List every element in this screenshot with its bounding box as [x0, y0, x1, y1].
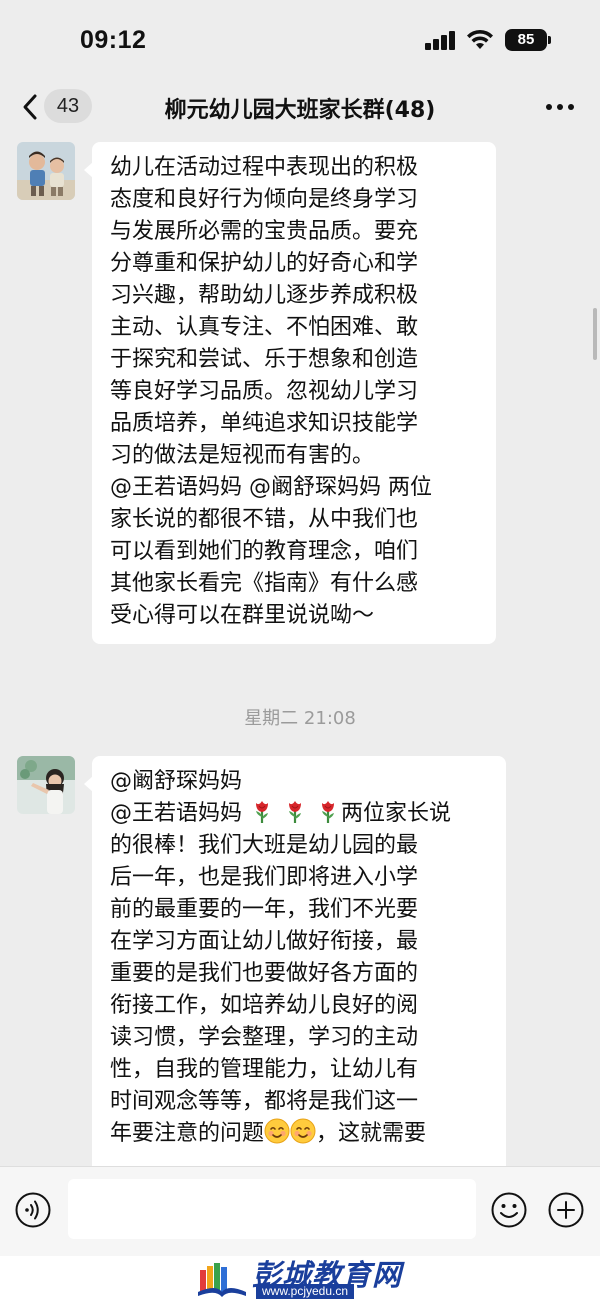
emoji-picker-icon[interactable] — [490, 1191, 528, 1229]
message-text: 的很棒！我们大班是幼儿园的最 后一年，也是我们即将进入小学 前的最重要的一年，我… — [110, 833, 419, 1114]
message-text-line: 年要注意的问题 ，这就需要 — [110, 1118, 488, 1150]
back-chevron-icon[interactable] — [18, 92, 44, 122]
voice-input-icon[interactable] — [14, 1191, 52, 1229]
input-bar — [0, 1166, 600, 1256]
cellular-signal-icon — [425, 30, 455, 50]
chat-title: 柳元幼儿园大班家长群(48) — [164, 98, 436, 123]
avatar-girl-photo — [17, 756, 75, 814]
battery-indicator: 85 — [505, 29, 547, 51]
more-options-icon[interactable] — [540, 94, 580, 118]
book-logo-icon — [198, 1263, 246, 1297]
watermark-url: www.pcjyedu.cn — [256, 1284, 355, 1299]
message-text: ，这就需要 — [316, 1121, 427, 1146]
status-time: 09:12 — [80, 26, 147, 54]
message-text: 年要注意的问题 — [110, 1121, 265, 1146]
sender-avatar[interactable] — [17, 142, 75, 200]
chat-header: 43 柳元幼儿园大班家长群(48) — [0, 80, 600, 136]
smile-icon — [290, 1118, 316, 1144]
wifi-icon — [467, 29, 493, 49]
rose-icon — [256, 801, 268, 823]
message-list[interactable]: 幼儿在活动过程中表现出的积极 态度和良好行为倾向是终身学习 与发展所必需的宝贵品… — [0, 136, 600, 1166]
battery-tip — [548, 36, 551, 44]
status-bar: 09:12 85 — [0, 0, 600, 80]
unread-count-badge[interactable]: 43 — [44, 89, 92, 123]
message-timestamp: 星期二 21:08 — [244, 708, 356, 729]
message-bubble[interactable]: 幼儿在活动过程中表现出的积极 态度和良好行为倾向是终身学习 与发展所必需的宝贵品… — [84, 142, 496, 644]
smile-icon — [264, 1118, 290, 1144]
message-text-line: @王若语妈妈 两位家长说 — [110, 798, 488, 830]
sender-avatar[interactable] — [17, 756, 75, 814]
scrollbar-thumb[interactable] — [593, 308, 597, 360]
message-text: 幼儿在活动过程中表现出的积极 态度和良好行为倾向是终身学习 与发展所必需的宝贵品… — [110, 155, 432, 628]
site-watermark: 彭城教育网 www.pcjyedu.cn — [0, 1256, 600, 1300]
message-text: 两位家长说 — [341, 801, 452, 826]
mention-line: @阚舒琛妈妈 — [110, 769, 243, 794]
avatar-boys-photo — [17, 142, 75, 200]
message-input[interactable] — [68, 1179, 476, 1239]
rose-icon — [322, 801, 334, 823]
rose-icon — [289, 801, 301, 823]
message-bubble[interactable]: @阚舒琛妈妈 @王若语妈妈 两位家长说 的很棒！我们大班是幼儿园的最 后一年，也… — [84, 756, 506, 1166]
mention-text: @王若语妈妈 — [110, 801, 249, 826]
more-functions-plus-icon[interactable] — [547, 1191, 585, 1229]
